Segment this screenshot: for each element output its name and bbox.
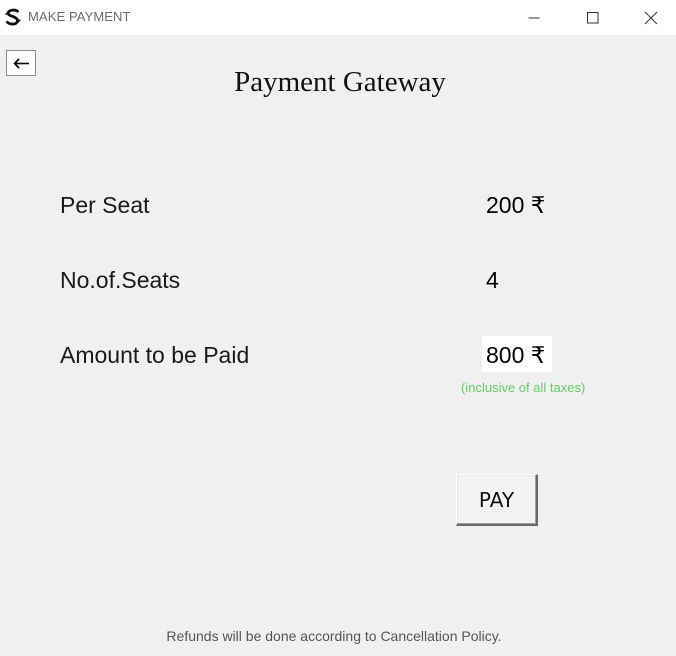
pay-button[interactable]: PAY bbox=[456, 474, 538, 526]
minimize-button[interactable] bbox=[505, 0, 563, 35]
app-logo-icon bbox=[5, 8, 21, 26]
tax-note: (inclusive of all taxes) bbox=[461, 380, 586, 395]
refund-policy-note: Refunds will be done according to Cancel… bbox=[166, 628, 502, 644]
seats-value: 4 bbox=[486, 267, 499, 293]
window-title: MAKE PAYMENT bbox=[28, 9, 131, 24]
window-titlebar: MAKE PAYMENT bbox=[0, 0, 676, 35]
close-icon bbox=[644, 11, 658, 24]
amount-label: Amount to be Paid bbox=[60, 342, 250, 368]
per-seat-label: Per Seat bbox=[60, 192, 150, 218]
per-seat-value: 200 ₹ bbox=[486, 192, 546, 218]
amount-value: 800 ₹ bbox=[486, 342, 546, 368]
minimize-icon bbox=[528, 17, 540, 18]
maximize-button[interactable] bbox=[564, 0, 622, 35]
close-button[interactable] bbox=[622, 0, 676, 35]
maximize-icon bbox=[587, 11, 599, 23]
page-title: Payment Gateway bbox=[234, 66, 446, 98]
seats-label: No.of.Seats bbox=[60, 267, 181, 293]
